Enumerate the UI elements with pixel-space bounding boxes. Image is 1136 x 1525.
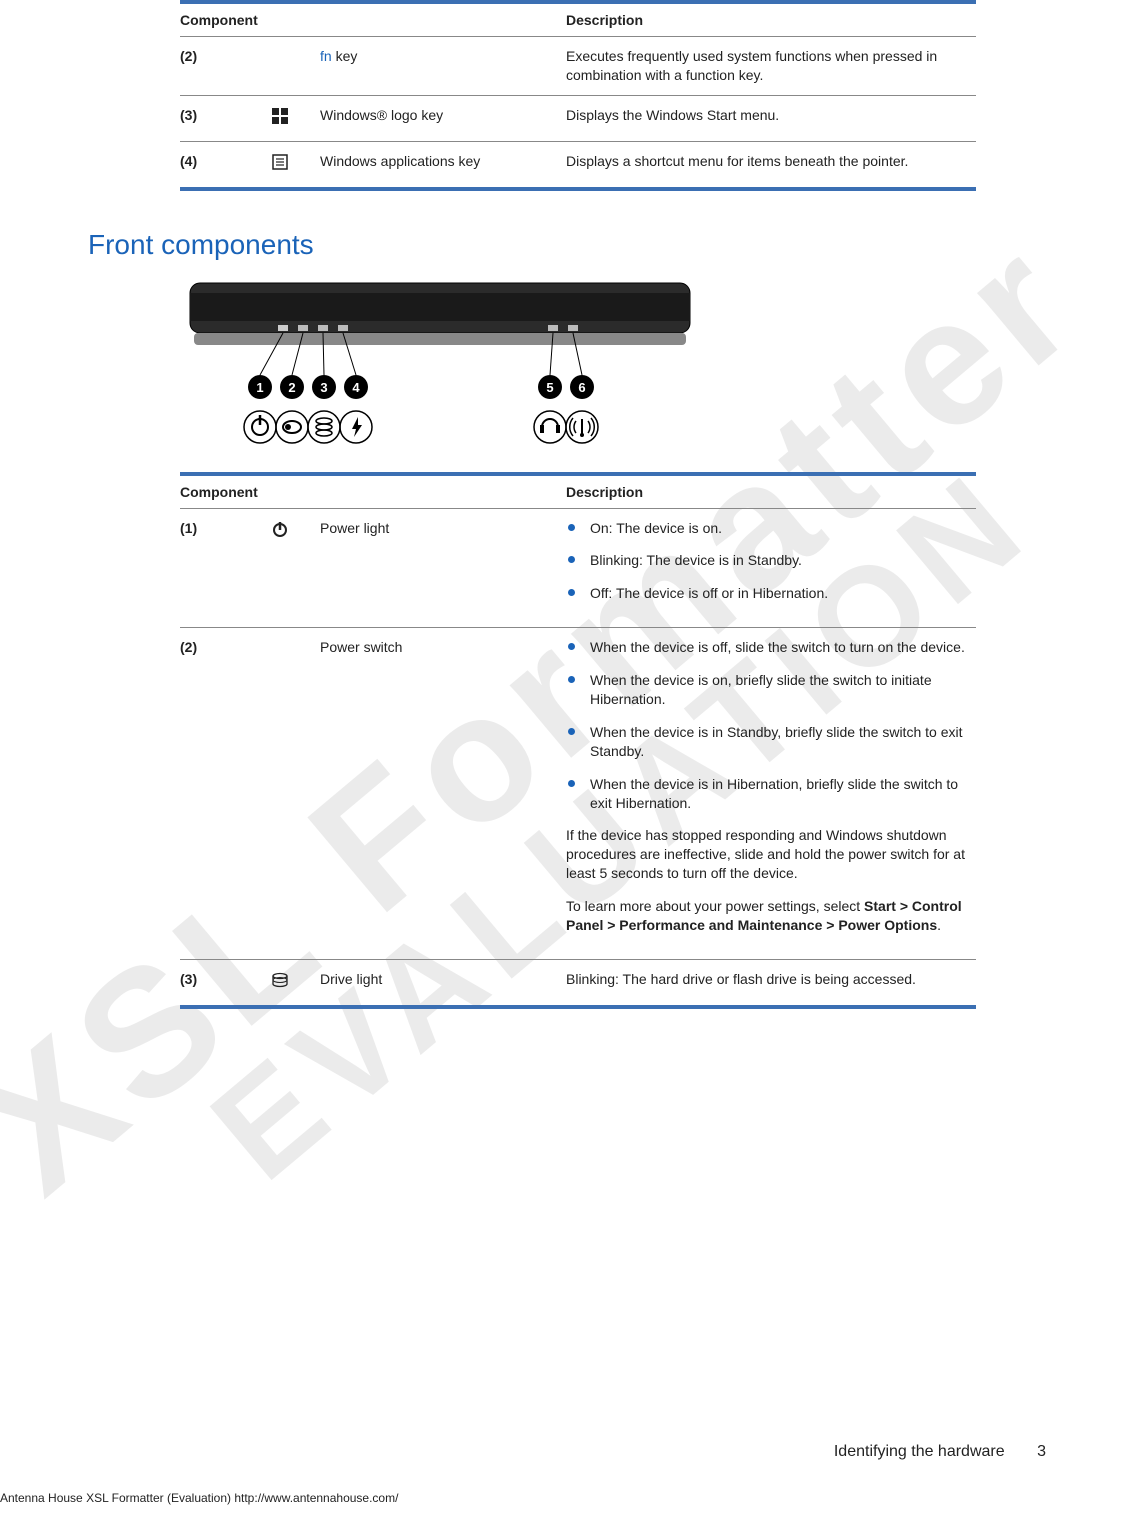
- component-description: Blinking: The hard drive or flash drive …: [566, 959, 976, 1006]
- row-number: (3): [180, 959, 270, 1006]
- laptop-front-diagram: 1 2 3 4 5 6: [180, 275, 700, 458]
- component-name: Windows applications key: [320, 141, 566, 188]
- component-name: Power switch: [320, 628, 566, 960]
- section-heading: Front components: [88, 229, 976, 261]
- row-number: (2): [180, 37, 270, 96]
- table-row: (1) Power light On: The device is on. Bl…: [180, 508, 976, 628]
- list-item: When the device is in Hibernation, brief…: [566, 775, 970, 813]
- row-number: (2): [180, 628, 270, 960]
- list-item: Off: The device is off or in Hibernation…: [566, 584, 970, 603]
- component-name: fn key: [320, 37, 566, 96]
- table-row: (3) Windows® logo key Displays the Windo…: [180, 95, 976, 141]
- row-icon-cell: [270, 37, 320, 96]
- row-number: (4): [180, 141, 270, 188]
- header-component: Component: [180, 474, 566, 509]
- page-number: 3: [1037, 1443, 1046, 1460]
- row-number: (3): [180, 95, 270, 141]
- section-title: Identifying the hardware: [834, 1443, 1005, 1460]
- component-description: When the device is off, slide the switch…: [566, 628, 976, 960]
- table-row: (4) Windows applications key Displays a …: [180, 141, 976, 188]
- applications-icon: [270, 141, 320, 188]
- table-row: (2) fn key Executes frequently used syst…: [180, 37, 976, 96]
- description-paragraph: To learn more about your power settings,…: [566, 897, 970, 935]
- header-component: Component: [180, 2, 566, 37]
- page-content: Component Description (2) fn key Execute…: [0, 0, 1136, 1009]
- table-row: (2) Power switch When the device is off,…: [180, 628, 976, 960]
- svg-text:3: 3: [320, 380, 327, 395]
- svg-text:1: 1: [256, 380, 263, 395]
- windows-logo-icon: [270, 95, 320, 141]
- power-icon: [270, 508, 320, 628]
- drive-icon: [270, 959, 320, 1006]
- footer-right: Identifying the hardware 3: [834, 1443, 1046, 1461]
- svg-text:6: 6: [578, 380, 585, 395]
- component-name: Power light: [320, 508, 566, 628]
- component-description: Displays a shortcut menu for items benea…: [566, 141, 976, 188]
- fn-key-label: fn: [320, 48, 332, 64]
- front-components-table: Component Description (1) Power light On…: [180, 472, 976, 1009]
- header-description: Description: [566, 474, 976, 509]
- row-number: (1): [180, 508, 270, 628]
- list-item: When the device is in Standby, briefly s…: [566, 723, 970, 761]
- footer-generator: Antenna House XSL Formatter (Evaluation)…: [0, 1491, 398, 1505]
- row-icon-cell: [270, 628, 320, 960]
- keys-table: Component Description (2) fn key Execute…: [180, 0, 976, 191]
- header-description: Description: [566, 2, 976, 37]
- list-item: Blinking: The device is in Standby.: [566, 551, 970, 570]
- list-item: On: The device is on.: [566, 519, 970, 538]
- list-item: When the device is on, briefly slide the…: [566, 671, 970, 709]
- component-name: Windows® logo key: [320, 95, 566, 141]
- component-description: Executes frequently used system function…: [566, 37, 976, 96]
- list-item: When the device is off, slide the switch…: [566, 638, 970, 657]
- component-name: Drive light: [320, 959, 566, 1006]
- svg-text:4: 4: [352, 380, 360, 395]
- svg-text:2: 2: [288, 380, 295, 395]
- table-row: (3) Drive light Blinking: The hard drive…: [180, 959, 976, 1006]
- component-description: On: The device is on. Blinking: The devi…: [566, 508, 976, 628]
- description-paragraph: If the device has stopped responding and…: [566, 826, 970, 883]
- component-description: Displays the Windows Start menu.: [566, 95, 976, 141]
- svg-text:5: 5: [546, 380, 553, 395]
